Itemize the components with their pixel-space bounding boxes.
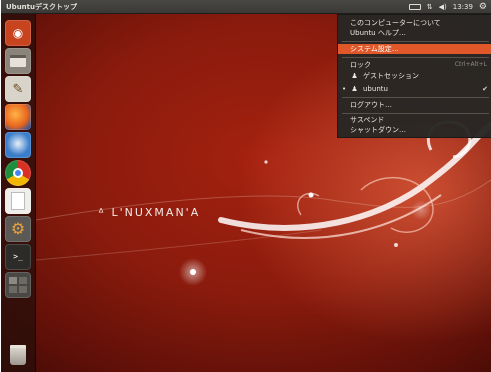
menu-item-suspend[interactable]: サスペンド <box>338 115 491 125</box>
menu-item-current-user[interactable]: • ♟ ubuntu ✔ <box>338 84 491 94</box>
user-icon: ♟ <box>351 72 358 80</box>
session-menu: このコンピューターについて Ubuntu ヘルプ… システム設定… ロック Ct… <box>337 14 491 138</box>
file-manager-icon[interactable] <box>5 48 31 74</box>
menu-item-guest-session-label: ゲストセッション <box>363 72 419 80</box>
menu-separator <box>342 113 489 114</box>
workspace-switcher-icon[interactable] <box>5 272 31 298</box>
user-icon: ♟ <box>351 85 358 93</box>
menu-item-about-label: このコンピューターについて <box>350 19 441 27</box>
text-editor-icon[interactable]: ✎ <box>5 76 31 102</box>
menu-separator <box>342 97 489 98</box>
keyboard-icon[interactable] <box>408 4 421 10</box>
firefox-icon[interactable] <box>5 104 31 130</box>
wallpaper-logo-text: ᐞ L'NUXMAN'A <box>98 206 201 219</box>
menu-item-system-settings[interactable]: システム設定… <box>338 44 491 54</box>
menu-separator <box>342 57 489 58</box>
system-settings-icon[interactable]: ⚙ <box>5 216 31 242</box>
thunderbird-icon[interactable] <box>5 132 31 158</box>
clock[interactable]: 13:39 <box>453 0 473 14</box>
menu-item-help[interactable]: Ubuntu ヘルプ… <box>338 28 491 38</box>
menu-item-suspend-label: サスペンド <box>350 116 385 124</box>
window-title: Ubuntuデスクトップ <box>6 3 77 11</box>
session-gear-icon[interactable]: ⚙ <box>479 0 487 14</box>
menu-item-shutdown-label: シャットダウン… <box>350 126 406 134</box>
chrome-icon[interactable] <box>5 160 31 186</box>
menu-separator <box>342 41 489 42</box>
network-icon[interactable]: ⇅ <box>427 0 433 14</box>
menu-item-logout[interactable]: ログアウト… <box>338 100 491 110</box>
menu-item-about[interactable]: このコンピューターについて <box>338 18 491 28</box>
terminal-icon[interactable]: >_ <box>5 244 31 270</box>
indicator-area: ⇅ ◀) 13:39 ⚙ <box>408 0 487 14</box>
menu-item-help-label: Ubuntu ヘルプ… <box>350 29 406 37</box>
volume-icon[interactable]: ◀) <box>439 0 447 14</box>
checkmark-icon: ✔ <box>482 85 488 93</box>
lock-shortcut: Ctrl+Alt+L <box>454 61 487 68</box>
menu-item-logout-label: ログアウト… <box>350 101 392 109</box>
top-panel: Ubuntuデスクトップ ⇅ ◀) 13:39 ⚙ <box>1 0 491 14</box>
menu-item-lock[interactable]: ロック Ctrl+Alt+L <box>338 60 491 70</box>
active-user-bullet-icon: • <box>342 85 347 93</box>
launcher: ◉ ✎ ⚙ >_ <box>1 14 36 372</box>
trash-icon[interactable] <box>5 342 31 368</box>
menu-item-current-user-label: ubuntu <box>363 85 388 93</box>
menu-item-guest-session[interactable]: ♟ ゲストセッション <box>338 71 491 81</box>
document-icon[interactable] <box>5 188 31 214</box>
desktop: ᐞ L'NUXMAN'A Ubuntuデスクトップ ⇅ ◀) 13:39 ⚙ ◉… <box>1 0 491 372</box>
menu-item-lock-label: ロック <box>350 61 371 69</box>
menu-item-shutdown[interactable]: シャットダウン… <box>338 125 491 135</box>
dash-home-icon[interactable]: ◉ <box>5 20 31 46</box>
menu-item-system-settings-label: システム設定… <box>350 45 399 53</box>
